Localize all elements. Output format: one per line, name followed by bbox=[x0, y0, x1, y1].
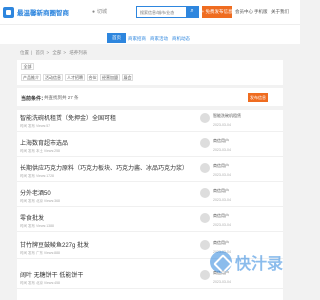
listing-user[interactable]: 商信用户 bbox=[213, 138, 229, 144]
nav-item-home[interactable]: 首页 bbox=[107, 33, 126, 43]
city-selector[interactable]: ● 切城 bbox=[92, 8, 108, 16]
nav-item-events[interactable]: 商家活动 bbox=[150, 36, 168, 42]
listing-title[interactable]: 长期供应巧克力原料（巧克力板块、巧克力酱、冰品巧克力浆） bbox=[20, 163, 188, 172]
avatar bbox=[200, 138, 210, 148]
avatar bbox=[200, 240, 210, 250]
nav-item-news[interactable]: 商机动态 bbox=[172, 36, 190, 42]
listing-title[interactable]: 甘竹牌豆鼓鲮鱼227g 批发 bbox=[20, 240, 89, 249]
search-button[interactable]: ⌕ bbox=[186, 5, 198, 18]
breadcrumb: 位置 | 首页 > 全部 > 培养列表 bbox=[20, 50, 88, 55]
listing-title[interactable]: 上海数育超市选品 bbox=[20, 138, 68, 147]
listing-meta: 时间 发布 本土 Views:258 bbox=[20, 149, 61, 153]
avatar bbox=[200, 213, 210, 223]
watermark-text: 快汁录 bbox=[235, 256, 284, 273]
site-header: 最温馨新商圈智商 ● 切城 ⌕ + 免费发布信息 会员中心 手机版 关于我们 bbox=[0, 0, 300, 24]
list-item[interactable]: 上海数育超市选品 时间 发布 本土 Views:258 商信用户 2023-03… bbox=[17, 135, 283, 157]
list-item[interactable]: 智能洗碗机租赁（免押金）全国可租 时间 发布 Views:57 智能洗碗机租赁 … bbox=[17, 110, 283, 132]
listing-title[interactable]: 零食批发 bbox=[20, 213, 44, 222]
listing-date: 2023-03-04 bbox=[213, 123, 231, 127]
listing-meta: 时间 发布 Views:57 bbox=[20, 124, 51, 128]
listing-title[interactable]: 阔叶 无糖饼干 低能饼干 bbox=[20, 270, 83, 279]
filter-chip[interactable]: 产品推介 bbox=[21, 74, 41, 81]
watermark-logo-icon bbox=[210, 251, 232, 273]
post-info-button[interactable]: 发布信息 bbox=[248, 93, 268, 102]
nav-item-merchants[interactable]: 商家招商 bbox=[128, 36, 146, 42]
result-summary: 当前条件： 共查找到共 27 条 发布信息 bbox=[17, 88, 283, 106]
filter-chip[interactable]: 经营加盟 bbox=[100, 74, 120, 81]
main-nav: 首页 商家招商 商家活动 商机动态 bbox=[0, 24, 300, 44]
search-box: ⌕ bbox=[136, 5, 199, 18]
listing-meta: 时间 发布 Views:1388 bbox=[20, 224, 54, 228]
search-input[interactable] bbox=[137, 7, 186, 17]
list-item[interactable]: 分外老酒50 时间 发布 北京 Views:368 商信用户 2023-03-0… bbox=[17, 185, 283, 207]
breadcrumb-item: 位置 bbox=[20, 50, 29, 55]
listing-user[interactable]: 智能洗碗机租赁 bbox=[213, 113, 241, 119]
search-icon: ⌕ bbox=[190, 8, 194, 14]
listing-date: 2023-03-04 bbox=[213, 173, 231, 177]
avatar bbox=[200, 270, 210, 280]
publish-button[interactable]: + 免费发布信息 bbox=[202, 6, 232, 18]
mobile-link[interactable]: 手机版 bbox=[254, 9, 268, 15]
site-logo[interactable]: 最温馨新商圈智商 bbox=[3, 6, 103, 18]
listing-title[interactable]: 分外老酒50 bbox=[20, 188, 51, 197]
list-item[interactable]: 长期供应巧克力原料（巧克力板块、巧克力酱、冰品巧克力浆） 时间 发布 Views… bbox=[17, 160, 283, 182]
breadcrumb-item[interactable]: 全部 bbox=[52, 50, 61, 55]
city-label: 切城 bbox=[97, 9, 108, 15]
location-icon: ● bbox=[92, 8, 96, 15]
result-count: 共查找到共 27 条 bbox=[44, 95, 79, 100]
avatar bbox=[200, 188, 210, 198]
summary-label: 当前条件： bbox=[21, 96, 47, 102]
listing-date: 2023-03-04 bbox=[213, 198, 231, 202]
breadcrumb-item: 培养列表 bbox=[69, 50, 88, 55]
filter-chip[interactable]: 活动信息 bbox=[43, 74, 63, 81]
member-center-link[interactable]: 会员中心 bbox=[235, 9, 253, 15]
filter-chip-all[interactable]: 全部 bbox=[21, 63, 34, 70]
listing-user[interactable]: 商信用户 bbox=[213, 188, 229, 194]
listing-meta: 时间 发布 Views:1728 bbox=[20, 174, 54, 178]
listing-date: 2023-03-04 bbox=[213, 223, 231, 227]
filter-chip[interactable]: 展会 bbox=[122, 74, 133, 81]
listing-date: 2023-03-04 bbox=[213, 280, 231, 284]
filter-chip[interactable]: 合伙 bbox=[87, 74, 98, 81]
listing-user[interactable]: 商信用户 bbox=[213, 240, 229, 246]
listing-meta: 时间 发布 广东 Views:888 bbox=[20, 251, 61, 255]
logo-icon bbox=[3, 6, 14, 18]
filter-chip[interactable]: 人才招聘 bbox=[65, 74, 85, 81]
listing-title[interactable]: 智能洗碗机租赁（免押金）全国可租 bbox=[20, 113, 116, 122]
avatar bbox=[200, 163, 210, 173]
listing-meta: 时间 发布 北京 Views:368 bbox=[20, 199, 61, 203]
listing-user[interactable]: 商信用户 bbox=[213, 163, 229, 169]
filter-panel: 全部 产品推介 活动信息 人才招聘 合伙 经营加盟 展会 bbox=[17, 60, 283, 85]
listing-user[interactable]: 商信用户 bbox=[213, 213, 229, 219]
listing-date: 2023-03-04 bbox=[213, 148, 231, 152]
about-link[interactable]: 关于我们 bbox=[271, 9, 289, 15]
avatar bbox=[200, 113, 210, 123]
watermark: 快汁录 bbox=[210, 250, 283, 274]
list-item[interactable]: 零食批发 时间 发布 Views:1388 商信用户 2023-03-04 bbox=[17, 210, 283, 232]
site-name: 最温馨新商圈智商 bbox=[17, 10, 69, 17]
listing-meta: 时间 发布 北京 Views:458 bbox=[20, 281, 61, 285]
breadcrumb-item[interactable]: 首页 bbox=[35, 50, 44, 55]
